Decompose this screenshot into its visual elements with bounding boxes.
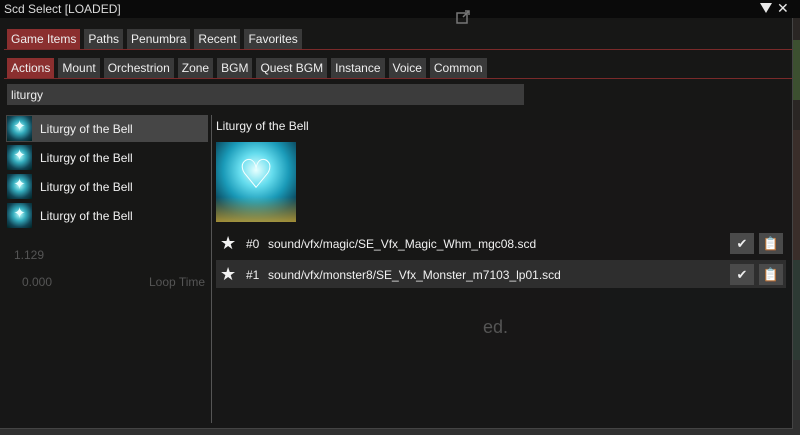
list-item[interactable]: ✦ Liturgy of the Bell [6, 202, 208, 229]
file-index: #1 [246, 268, 260, 282]
clipboard-icon[interactable]: 📋 [759, 264, 783, 285]
file-index: #0 [246, 237, 260, 251]
tab-divider [4, 49, 792, 50]
star-icon[interactable]: ★ [220, 265, 238, 283]
background-text: 1.129 [14, 248, 45, 262]
ability-icon: ✦ [7, 145, 32, 170]
ability-icon: ✦ [7, 203, 32, 228]
results-list: ✦ Liturgy of the Bell ✦ Liturgy of the B… [6, 115, 208, 231]
file-path: sound/vfx/magic/SE_Vfx_Magic_Whm_mgc08.s… [268, 237, 537, 251]
tab-voice[interactable]: Voice [388, 58, 426, 78]
tab-actions[interactable]: Actions [7, 58, 55, 78]
collapse-triangle-icon[interactable] [760, 3, 772, 13]
list-item-label: Liturgy of the Bell [40, 209, 133, 223]
clipboard-icon[interactable]: 📋 [759, 233, 783, 254]
background-text: ed. [483, 317, 509, 337]
tab-recent[interactable]: Recent [194, 29, 241, 49]
check-icon[interactable]: ✔ [730, 233, 754, 254]
detail-title: Liturgy of the Bell [216, 119, 309, 133]
list-item[interactable]: ✦ Liturgy of the Bell [6, 115, 208, 142]
ability-icon: ✦ [7, 174, 32, 199]
ability-icon-large: ♡ [216, 142, 296, 222]
ability-icon: ✦ [7, 116, 32, 141]
tab-common[interactable]: Common [429, 58, 487, 78]
star-icon[interactable]: ★ [220, 234, 238, 252]
list-item-label: Liturgy of the Bell [40, 180, 133, 194]
tab-penumbra[interactable]: Penumbra [127, 29, 191, 49]
secondary-tab-bar: Actions Mount Orchestrion Zone BGM Quest… [7, 58, 487, 78]
check-icon[interactable]: ✔ [730, 264, 754, 285]
list-item[interactable]: ✦ Liturgy of the Bell [6, 144, 208, 171]
search-input[interactable] [7, 84, 524, 105]
window-title: Scd Select [LOADED] [4, 2, 121, 16]
list-item-label: Liturgy of the Bell [40, 122, 133, 136]
file-row: ★ #0 sound/vfx/magic/SE_Vfx_Magic_Whm_mg… [216, 229, 786, 257]
tab-mount[interactable]: Mount [58, 58, 100, 78]
close-icon[interactable]: ✕ [777, 0, 789, 16]
primary-tab-bar: Game Items Paths Penumbra Recent Favorit… [7, 29, 302, 49]
tab-orchestrion[interactable]: Orchestrion [103, 58, 174, 78]
title-bar[interactable]: Scd Select [LOADED] ✕ [0, 0, 800, 18]
pane-splitter[interactable] [211, 115, 212, 423]
tab-paths[interactable]: Paths [84, 29, 124, 49]
tab-bgm[interactable]: BGM [217, 58, 253, 78]
tab-quest-bgm[interactable]: Quest BGM [256, 58, 328, 78]
tab-game-items[interactable]: Game Items [7, 29, 81, 49]
popout-icon[interactable] [456, 10, 470, 24]
tab-divider [4, 78, 792, 79]
file-row: ★ #1 sound/vfx/monster8/SE_Vfx_Monster_m… [216, 260, 786, 288]
list-item-label: Liturgy of the Bell [40, 151, 133, 165]
tab-instance[interactable]: Instance [331, 58, 385, 78]
file-path: sound/vfx/monster8/SE_Vfx_Monster_m7103_… [268, 268, 561, 282]
list-item[interactable]: ✦ Liturgy of the Bell [6, 173, 208, 200]
tab-favorites[interactable]: Favorites [244, 29, 302, 49]
background-text: 0.000 [22, 275, 53, 289]
scd-select-window: Scd Select [LOADED] ✕ 1.129 0.000 Loop T… [0, 0, 800, 429]
tab-zone[interactable]: Zone [177, 58, 214, 78]
background-text: Loop Time [149, 275, 206, 289]
